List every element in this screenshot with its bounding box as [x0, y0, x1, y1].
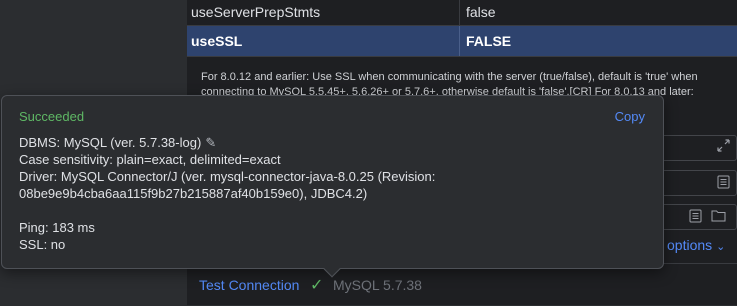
driver-info-continued: 08be9e9b4cba6aa115f9b27b215887af40b159e0… — [19, 186, 368, 201]
dbms-text: DBMS: MySQL (ver. 5.7.38-log) — [19, 135, 202, 150]
advanced-options-link[interactable]: options ⌄ — [667, 237, 725, 253]
chevron-down-icon: ⌄ — [716, 241, 726, 253]
expand-icon[interactable] — [717, 139, 730, 155]
column-divider — [459, 26, 460, 56]
status-text: Succeeded — [19, 109, 85, 124]
column-divider — [459, 0, 460, 25]
description-line: For 8.0.12 and earlier: Use SSL when com… — [201, 71, 698, 83]
text-field-icon[interactable] — [689, 209, 702, 226]
folder-icon[interactable] — [711, 209, 726, 225]
dbms-info: DBMS: MySQL (ver. 5.7.38-log) ✎ — [19, 135, 216, 151]
ssl-info: SSL: no — [19, 237, 66, 252]
server-version-label: MySQL 5.7.38 — [333, 277, 422, 293]
property-name: useServerPrepStmts — [191, 4, 321, 20]
property-name: useSSL — [191, 33, 243, 49]
connection-result-popup: Succeeded Copy DBMS: MySQL (ver. 5.7.38-… — [1, 95, 664, 278]
table-row[interactable]: useServerPrepStmts false — [187, 0, 737, 26]
test-connection-button[interactable]: Test Connection — [199, 277, 299, 293]
property-value[interactable]: FALSE — [466, 33, 511, 49]
copy-button[interactable]: Copy — [615, 109, 645, 124]
case-sensitivity-info: Case sensitivity: plain=exact, delimited… — [19, 152, 281, 167]
property-value[interactable]: false — [466, 4, 496, 20]
bottom-bar: Test Connection ✓ MySQL 5.7.38 — [187, 263, 737, 306]
check-icon: ✓ — [310, 277, 324, 294]
table-row-selected[interactable]: useSSL FALSE — [187, 26, 737, 57]
text-field-icon[interactable] — [717, 175, 730, 192]
ping-info: Ping: 183 ms — [19, 220, 95, 235]
driver-info: Driver: MySQL Connector/J (ver. mysql-co… — [19, 169, 436, 184]
advanced-options-label: options — [667, 237, 713, 253]
pencil-icon[interactable]: ✎ — [205, 135, 216, 151]
